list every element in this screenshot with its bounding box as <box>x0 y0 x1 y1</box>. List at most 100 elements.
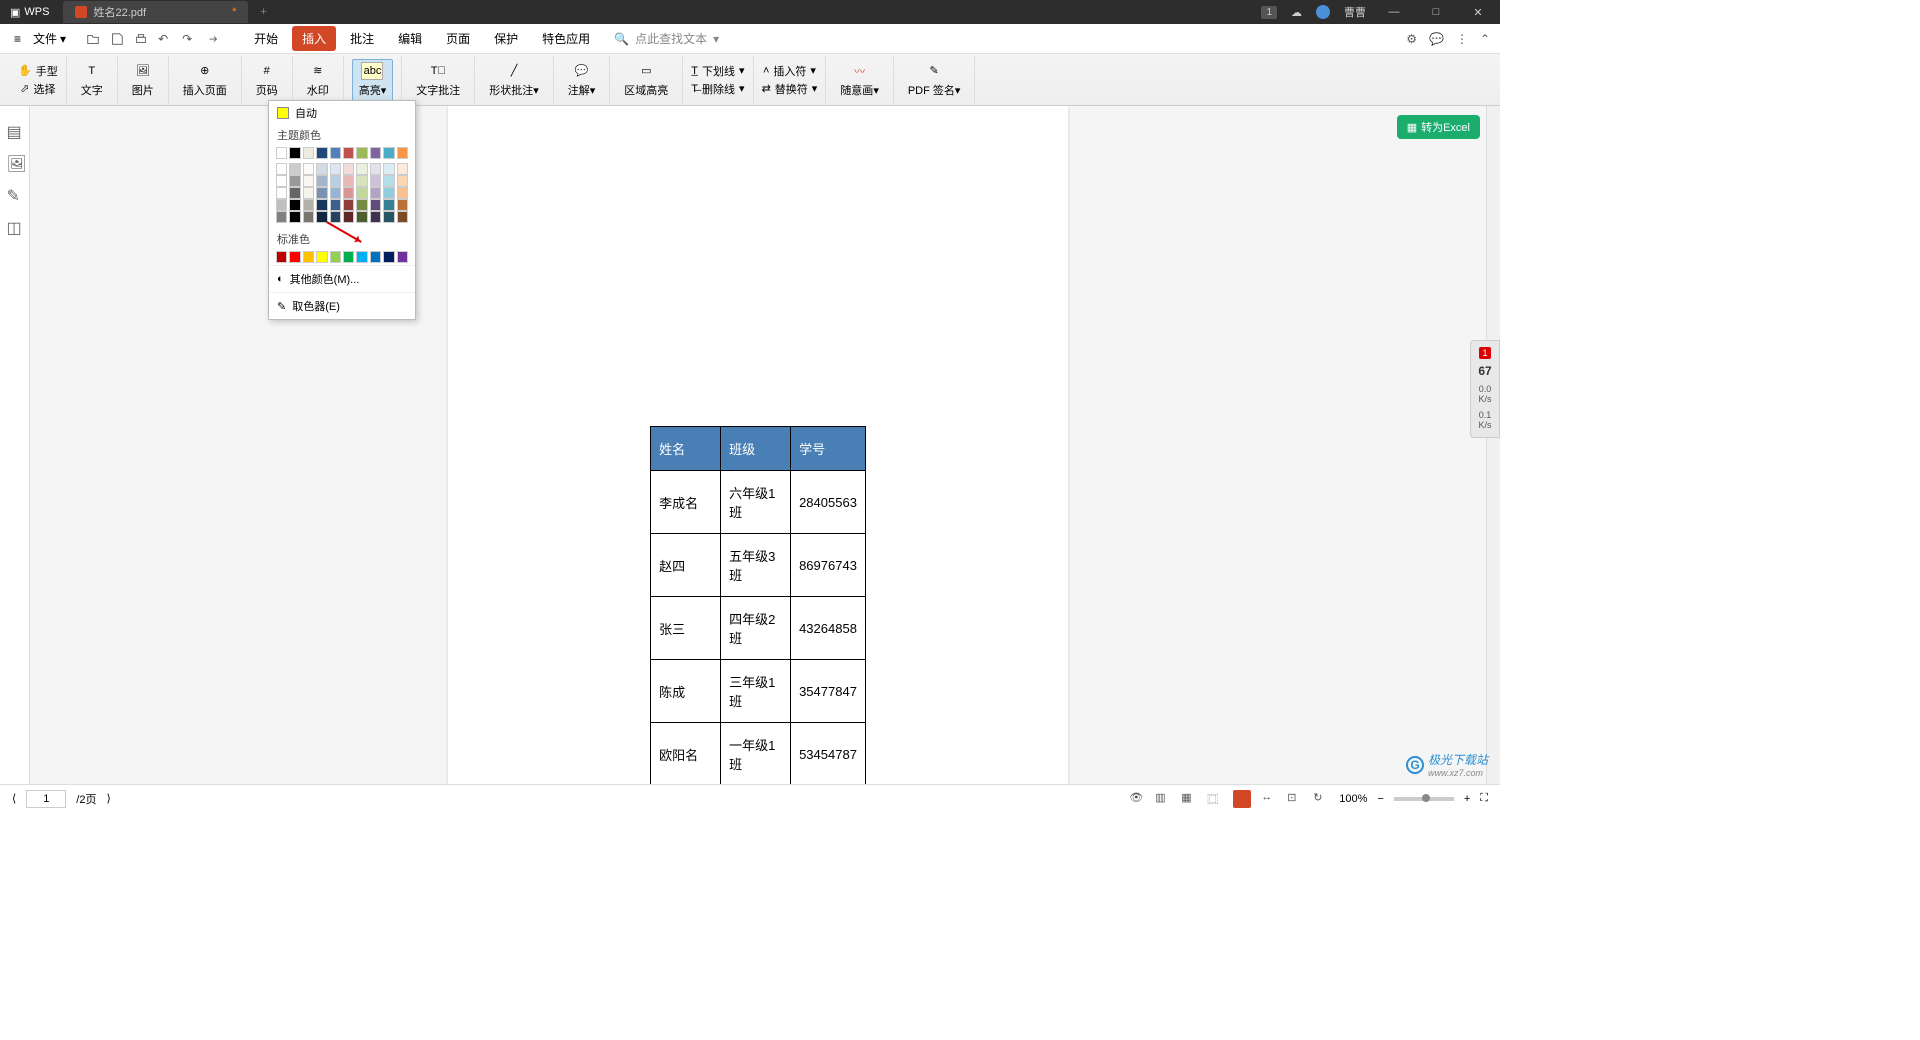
color-swatch[interactable] <box>383 147 394 159</box>
color-swatch[interactable] <box>397 187 408 199</box>
page-number-button[interactable]: #页码 <box>250 60 284 100</box>
color-swatch[interactable] <box>397 211 408 223</box>
pdf-sign-button[interactable]: ✎PDF 签名▾ <box>902 60 967 100</box>
color-swatch[interactable] <box>289 199 300 211</box>
zoom-slider[interactable] <box>1394 797 1454 801</box>
color-swatch[interactable] <box>370 187 381 199</box>
color-swatch[interactable] <box>330 211 341 223</box>
color-swatch[interactable] <box>356 251 367 263</box>
color-swatch[interactable] <box>316 147 327 159</box>
color-swatch[interactable] <box>383 163 394 175</box>
color-swatch[interactable] <box>343 147 354 159</box>
color-swatch[interactable] <box>316 187 327 199</box>
color-swatch[interactable] <box>276 187 287 199</box>
color-swatch[interactable] <box>276 211 287 223</box>
document-tab[interactable]: 姓名22.pdf * <box>63 1 248 23</box>
more-colors-option[interactable]: ◐ 其他颜色(M)... <box>269 265 415 292</box>
color-swatch[interactable] <box>330 175 341 187</box>
color-swatch[interactable] <box>289 163 300 175</box>
color-swatch[interactable] <box>397 147 408 159</box>
bookmarks-icon[interactable]: 🖼 <box>7 154 23 170</box>
tab-start[interactable]: 开始 <box>244 26 288 51</box>
insert-symbol-button[interactable]: ˄插入符▾ <box>763 63 816 79</box>
new-tab-button[interactable]: + <box>248 6 278 18</box>
save-icon[interactable] <box>110 32 124 46</box>
auto-color-option[interactable]: 自动 <box>269 101 415 125</box>
color-swatch[interactable] <box>343 163 354 175</box>
undo-icon[interactable]: ↶ <box>158 32 172 46</box>
fullscreen-icon[interactable]: ⛶ <box>1480 792 1488 805</box>
hand-tool-button[interactable]: ✋手型 <box>18 63 58 79</box>
color-swatch[interactable] <box>330 251 341 263</box>
color-swatch[interactable] <box>383 199 394 211</box>
user-avatar[interactable] <box>1316 5 1330 19</box>
color-swatch[interactable] <box>397 199 408 211</box>
text-button[interactable]: T文字 <box>75 60 109 100</box>
tab-protect[interactable]: 保护 <box>484 26 528 51</box>
eyedropper-option[interactable]: ✎ 取色器(E) <box>269 292 415 319</box>
redo-icon[interactable]: ↷ <box>182 32 196 46</box>
underline-button[interactable]: T̲下划线▾ <box>691 63 744 79</box>
fit-width-icon[interactable]: ↔ <box>1261 791 1277 807</box>
color-swatch[interactable] <box>276 163 287 175</box>
annotation-button[interactable]: 💬注解▾ <box>562 60 602 100</box>
file-menu[interactable]: 文件 ▾ <box>27 30 72 47</box>
convert-to-excel-button[interactable]: ▦ 转为Excel <box>1397 115 1480 139</box>
color-swatch[interactable] <box>343 187 354 199</box>
shape-annotation-button[interactable]: ╱形状批注▾ <box>483 60 545 100</box>
color-swatch[interactable] <box>330 187 341 199</box>
network-stats-widget[interactable]: 1 67 0.0K/s 0.1K/s <box>1470 340 1500 438</box>
color-swatch[interactable] <box>303 175 314 187</box>
select-tool-button[interactable]: ⬀选择 <box>20 81 55 97</box>
color-swatch[interactable] <box>303 187 314 199</box>
hamburger-menu-icon[interactable]: ≡ <box>10 32 25 46</box>
color-swatch[interactable] <box>356 211 367 223</box>
color-swatch[interactable] <box>330 199 341 211</box>
zoom-out-button[interactable]: − <box>1377 793 1383 805</box>
color-swatch[interactable] <box>316 175 327 187</box>
zoom-in-button[interactable]: + <box>1464 793 1470 805</box>
print-icon[interactable] <box>134 32 148 46</box>
color-swatch[interactable] <box>397 251 408 263</box>
color-swatch[interactable] <box>289 251 300 263</box>
vertical-scrollbar[interactable] <box>1486 106 1500 784</box>
color-swatch[interactable] <box>316 163 327 175</box>
color-swatch[interactable] <box>397 163 408 175</box>
thumbnails-icon[interactable]: ▤ <box>7 122 23 138</box>
color-swatch[interactable] <box>370 175 381 187</box>
color-swatch[interactable] <box>316 251 327 263</box>
color-swatch[interactable] <box>303 211 314 223</box>
freehand-button[interactable]: 〰随意画▾ <box>834 60 885 100</box>
search-area[interactable]: 🔍 点此查找文本 ▾ <box>614 30 719 47</box>
eye-icon[interactable]: 👁 <box>1129 791 1145 807</box>
color-swatch[interactable] <box>356 147 367 159</box>
color-swatch[interactable] <box>303 147 314 159</box>
next-page-button[interactable]: ⟩ <box>106 792 110 805</box>
open-icon[interactable] <box>86 32 100 46</box>
color-swatch[interactable] <box>276 199 287 211</box>
color-swatch[interactable] <box>343 211 354 223</box>
color-swatch[interactable] <box>383 251 394 263</box>
feedback-icon[interactable]: 💬 <box>1429 32 1444 46</box>
color-swatch[interactable] <box>289 211 300 223</box>
layers-icon[interactable]: ◫ <box>7 218 23 234</box>
tab-annotation[interactable]: 批注 <box>340 26 384 51</box>
document-canvas[interactable]: 姓名 班级 学号 李成名六年级1班28405563赵四五年级3班86976743… <box>30 106 1486 784</box>
strikethrough-button[interactable]: T̶删除线▾ <box>691 81 744 97</box>
maximize-button[interactable]: □ <box>1422 6 1450 18</box>
color-swatch[interactable] <box>330 147 341 159</box>
color-swatch[interactable] <box>343 251 354 263</box>
color-swatch[interactable] <box>303 199 314 211</box>
color-swatch[interactable] <box>289 175 300 187</box>
color-swatch[interactable] <box>276 175 287 187</box>
close-button[interactable]: ✕ <box>1464 6 1492 19</box>
text-annotation-button[interactable]: T⃞文字批注 <box>410 60 466 100</box>
cloud-icon[interactable]: ☁ <box>1291 6 1302 19</box>
tab-insert[interactable]: 插入 <box>292 26 336 51</box>
color-swatch[interactable] <box>383 211 394 223</box>
color-swatch[interactable] <box>303 251 314 263</box>
reading-mode-icon[interactable] <box>1233 790 1251 808</box>
color-swatch[interactable] <box>370 211 381 223</box>
page-number-input[interactable] <box>26 790 66 808</box>
convert-icon[interactable] <box>206 32 220 46</box>
